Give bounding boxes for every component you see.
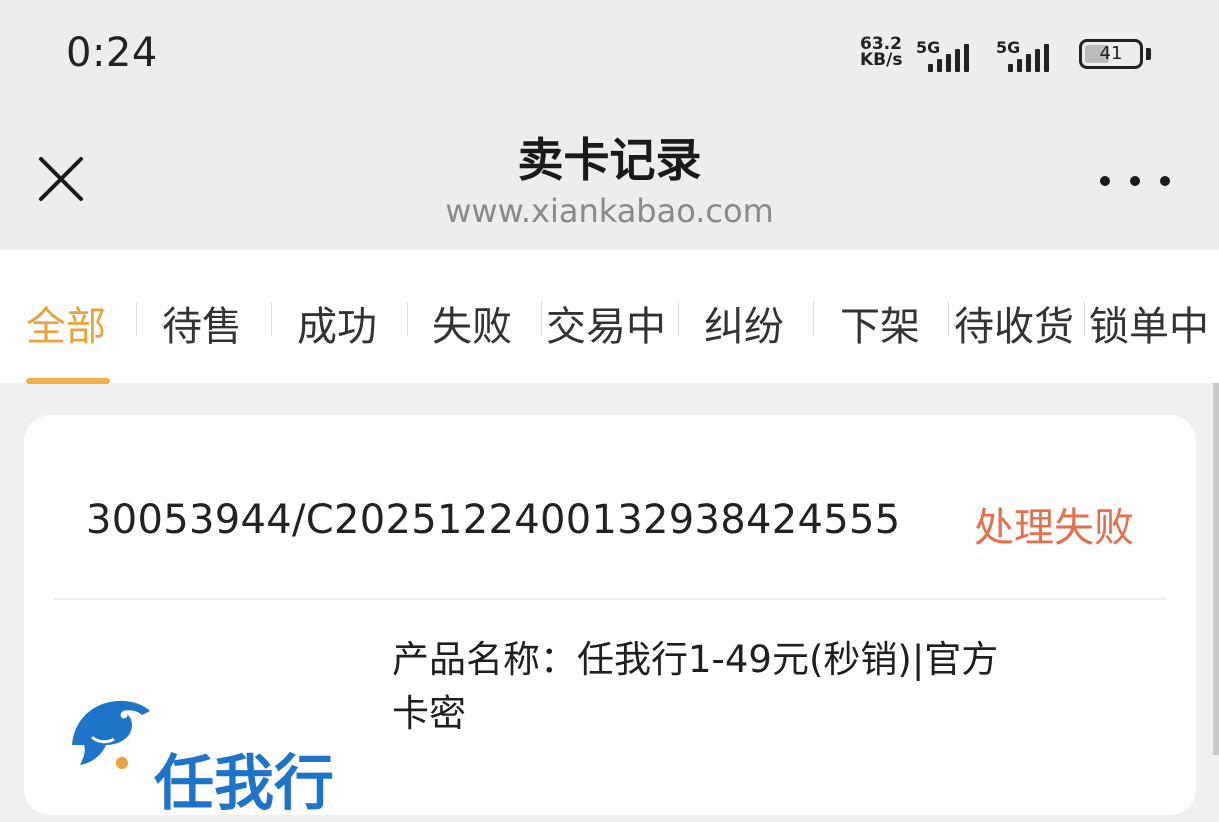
- more-dot-icon: [1160, 176, 1170, 186]
- dolphin-icon: [72, 700, 150, 769]
- tab-failed[interactable]: 失败: [432, 294, 512, 352]
- network-speed-unit: KB/s: [860, 50, 903, 70]
- tab-divider: [541, 302, 542, 336]
- tab-trading[interactable]: 交易中: [546, 294, 666, 352]
- tab-delisted[interactable]: 下架: [840, 294, 920, 352]
- battery-nub: [1146, 48, 1151, 60]
- logo-text: 任我行: [154, 749, 334, 819]
- battery-level: 41: [1099, 43, 1123, 64]
- status-bar: 0:24 63.2 KB/s 5G 5G 41: [0, 0, 1219, 110]
- status-tabs: 全部 待售 成功 失败 交易中 纠纷 下架 待收货 锁单中: [0, 250, 1219, 384]
- status-time: 0:24: [66, 30, 158, 76]
- tab-awaiting-receipt[interactable]: 待收货: [954, 294, 1074, 352]
- tab-divider: [136, 302, 137, 336]
- tab-divider: [407, 302, 408, 336]
- tab-divider: [1084, 302, 1085, 336]
- tab-all[interactable]: 全部: [26, 294, 106, 352]
- page-title: 卖卡记录: [517, 133, 702, 187]
- product-name-line: 产品名称：任我行1-49元(秒销)|官方: [392, 638, 999, 681]
- product-name: 产品名称：任我行1-49元(秒销)|官方 卡密: [392, 633, 1112, 741]
- more-dot-icon: [1130, 176, 1140, 186]
- tab-divider: [948, 302, 949, 336]
- more-menu-button[interactable]: [1100, 166, 1170, 196]
- network-speed: 63.2 KB/s: [860, 36, 903, 70]
- signal-bars-icon: [1008, 44, 1049, 72]
- order-card[interactable]: 30053944/C2025122400132938424555 处理失败 任我…: [24, 415, 1196, 819]
- more-dot-icon: [1100, 176, 1110, 186]
- tab-pending-sale[interactable]: 待售: [162, 294, 242, 352]
- page-url: www.xiankabao.com: [445, 192, 774, 230]
- product-logo: 任我行: [62, 685, 362, 819]
- order-number: 30053944/C2025122400132938424555: [86, 497, 901, 543]
- product-name-line: 卡密: [392, 692, 466, 735]
- card-divider: [54, 598, 1166, 600]
- active-tab-indicator: [26, 378, 110, 384]
- nav-bar: 卖卡记录 www.xiankabao.com: [0, 110, 1219, 250]
- tab-locked[interactable]: 锁单中: [1089, 294, 1209, 352]
- battery-icon: 41: [1079, 39, 1143, 69]
- order-status: 处理失败: [974, 505, 1134, 551]
- tab-dispute[interactable]: 纠纷: [704, 294, 784, 352]
- tab-divider: [678, 302, 679, 336]
- scrollbar[interactable]: [1213, 383, 1219, 755]
- tab-divider: [813, 302, 814, 336]
- tab-divider: [271, 302, 272, 336]
- tab-success[interactable]: 成功: [297, 294, 377, 352]
- signal-bars-icon: [928, 44, 969, 72]
